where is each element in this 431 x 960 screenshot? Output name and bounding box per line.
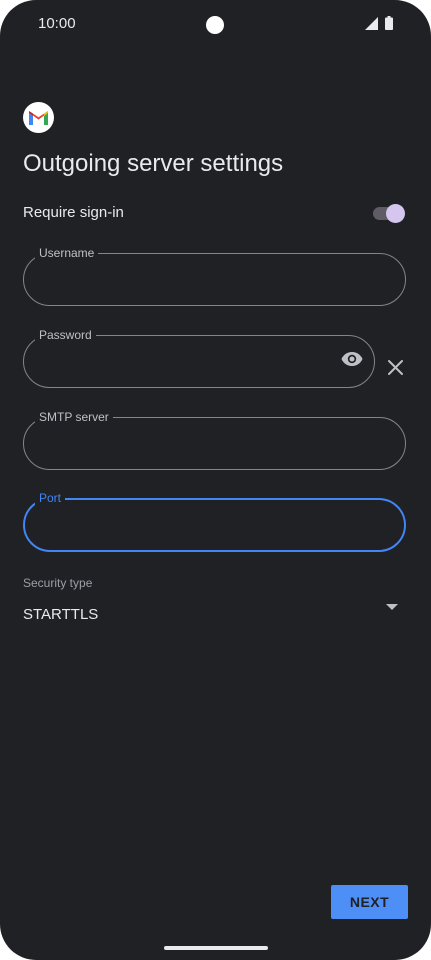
eye-icon[interactable]	[341, 351, 363, 367]
smtp-server-field[interactable]: SMTP server	[23, 410, 406, 470]
home-indicator[interactable]	[164, 946, 268, 950]
smtp-server-label: SMTP server	[35, 410, 113, 424]
require-signin-toggle[interactable]	[373, 203, 405, 223]
port-label: Port	[35, 491, 66, 505]
dropdown-arrow-icon[interactable]	[386, 604, 398, 611]
status-bar: 10:00	[0, 0, 431, 48]
close-icon[interactable]	[387, 359, 404, 376]
signal-icon	[365, 17, 378, 30]
username-label: Username	[35, 246, 99, 260]
next-button[interactable]: NEXT	[331, 885, 408, 919]
toggle-thumb	[386, 204, 405, 223]
port-field[interactable]: Port	[23, 491, 406, 552]
phone-screen: 10:00 Outgoing server settings Require s…	[0, 0, 431, 960]
username-field[interactable]: Username	[23, 246, 406, 306]
security-type-select[interactable]: STARTTLS	[23, 606, 98, 623]
page-title: Outgoing server settings	[23, 150, 284, 177]
status-time: 10:00	[38, 15, 76, 32]
password-label: Password	[35, 328, 96, 342]
battery-icon	[385, 16, 393, 30]
gmail-logo	[23, 102, 54, 133]
require-signin-label: Require sign-in	[23, 204, 124, 221]
camera-cutout	[206, 16, 224, 34]
security-type-label: Security type	[23, 576, 93, 590]
password-field[interactable]: Password	[23, 328, 375, 388]
